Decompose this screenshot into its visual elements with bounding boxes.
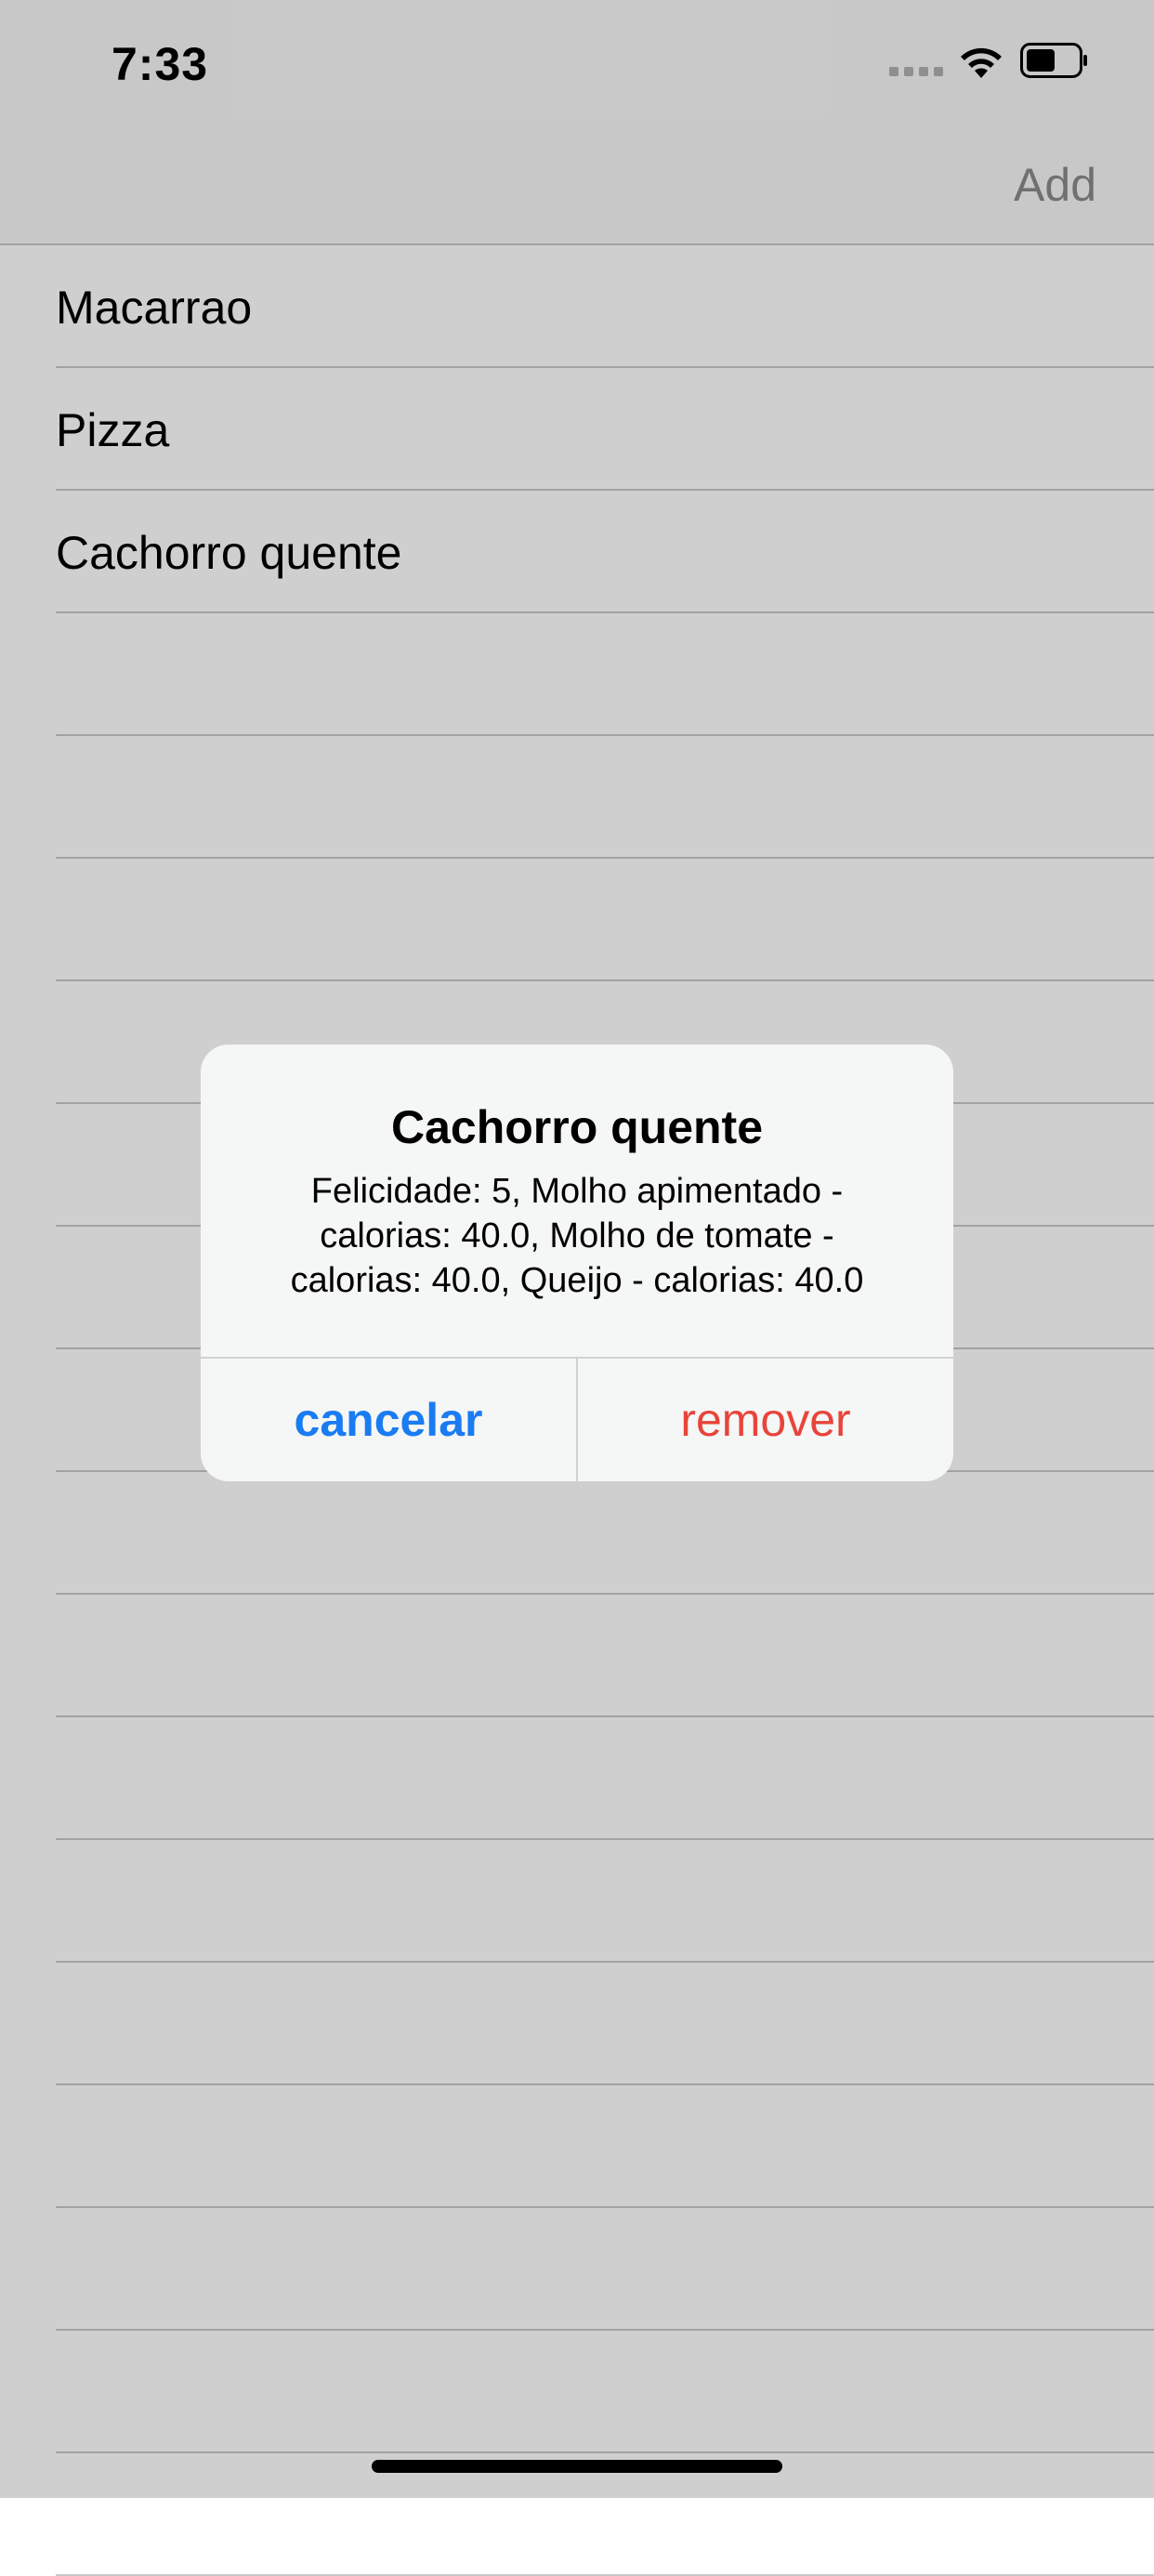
alert-message-line: calorias: 40.0, Molho de tomate - <box>320 1216 834 1255</box>
alert-message-line: Felicidade: 5, Molho apimentado - <box>310 1172 844 1211</box>
home-indicator <box>372 2460 782 2473</box>
alert-message: Felicidade: 5, Molho apimentado - calori… <box>256 1169 898 1303</box>
alert-dialog: Cachorro quente Felicidade: 5, Molho api… <box>201 1045 953 1481</box>
cancel-button[interactable]: cancelar <box>201 1359 576 1481</box>
alert-title: Cachorro quente <box>390 1101 764 1153</box>
remove-button[interactable]: remover <box>578 1359 953 1481</box>
alert-message-line: calorias: 40.0, Queijo - calorias: 40.0 <box>290 1261 864 1300</box>
